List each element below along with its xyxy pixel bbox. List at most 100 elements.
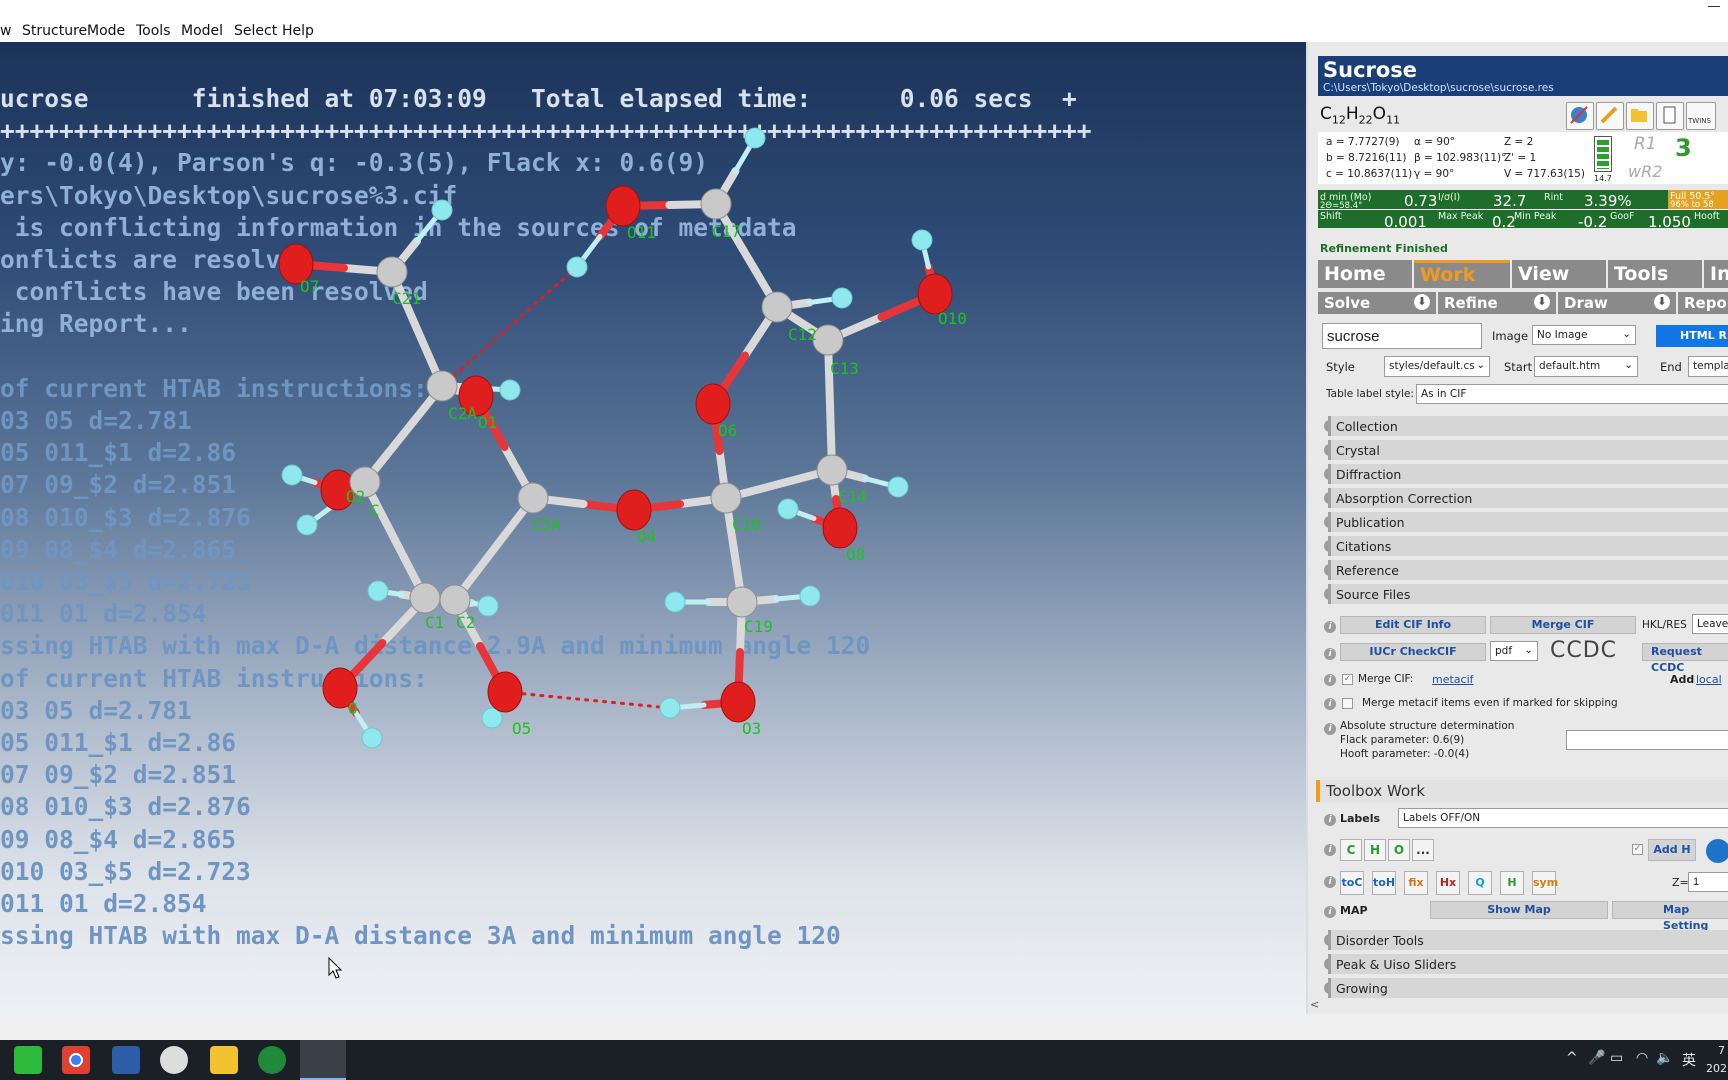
show-map-button[interactable]: Show Map [1430,901,1608,919]
twins-icon[interactable]: TWINS [1686,102,1716,130]
h-green-icon[interactable]: H [1500,871,1524,895]
atom-c17[interactable] [700,188,732,220]
atom-o6[interactable] [695,383,731,425]
menu-mode[interactable]: Mode [87,23,125,39]
menu-structure[interactable]: Structure [22,23,87,39]
wechat-icon[interactable] [14,1046,42,1074]
fix-icon[interactable]: fix [1404,871,1428,895]
atom-o11[interactable] [605,185,641,227]
atom-h10[interactable] [777,498,799,520]
atom-h16[interactable] [659,697,681,719]
folder-icon[interactable] [1626,102,1654,130]
atom-c10[interactable] [710,482,742,514]
info-icon[interactable]: i [1324,723,1336,735]
section-reference[interactable]: iReference [1308,560,1728,581]
pencil-icon[interactable] [1596,102,1624,130]
atom-c14[interactable] [816,454,848,486]
clock-date[interactable]: 202 [1706,1062,1727,1075]
request-ccdc-button[interactable]: Request CCDC [1642,643,1728,674]
menu-view[interactable]: w [0,23,11,39]
volume-icon[interactable]: 🔈 [1656,1050,1673,1066]
info-icon[interactable]: i [1324,844,1336,856]
molecule-model[interactable]: O11 C17 O7 C21 C12 O10 C13 C2A O1 O2 C O6 C5A O4 C10 C1… [0,42,1306,1014]
pdf-select[interactable]: pdf ⌄ [1490,641,1538,661]
info-icon[interactable]: i [1324,648,1336,660]
calculator-icon[interactable] [112,1046,140,1074]
tab-tools[interactable]: Tools [1608,260,1702,288]
globe-icon[interactable] [1706,839,1728,863]
atom-h1[interactable] [744,127,766,149]
abs-structure-input[interactable] [1566,730,1728,750]
z-input[interactable] [1688,872,1728,892]
merge-cif-checkbox[interactable]: ✓ [1342,674,1353,685]
ime-indicator[interactable]: 英 [1682,1050,1696,1070]
labels-select[interactable]: Labels OFF/ON [1398,808,1728,828]
atom-c21[interactable] [376,256,408,288]
section-growing[interactable]: iGrowing [1308,978,1728,999]
olex2-active-icon[interactable] [300,1040,346,1080]
atom-h11[interactable] [367,580,389,602]
wifi-icon[interactable]: ◠ [1636,1050,1648,1066]
section-peak-uiso-sliders[interactable]: iPeak & Uiso Sliders [1308,954,1728,975]
local-link[interactable]: local [1696,673,1722,686]
atom-o4[interactable] [616,489,652,531]
atom-h12[interactable] [477,595,499,617]
refresh-icon[interactable]: Q [1468,871,1492,895]
tab-view[interactable]: View [1512,260,1606,288]
tray-chevron-icon[interactable]: ^ [1566,1050,1578,1066]
start-select[interactable]: default.htm ⌄ [1534,356,1638,377]
toolbox-header[interactable]: Toolbox Work [1316,780,1728,802]
atom-h9[interactable] [887,476,909,498]
atom-c19[interactable] [726,586,758,618]
atom-h3[interactable] [566,256,588,278]
element-more-button[interactable]: ... [1412,839,1434,861]
report-name-input[interactable] [1322,323,1482,349]
atom-c13[interactable] [812,324,844,356]
info-icon[interactable]: i [1324,814,1336,826]
info-icon[interactable]: i [1324,906,1336,918]
style-select[interactable]: styles/default.cs ⌄ [1384,356,1490,377]
toolbar-edit-icon[interactable] [1566,102,1594,130]
atom-h2[interactable] [431,199,453,221]
section-citations[interactable]: iCitations [1308,536,1728,557]
atom-c2a[interactable] [426,370,458,402]
atom-o5[interactable] [487,671,523,713]
subtab-refine[interactable]: Refine ⬇ [1438,292,1556,314]
element-c-button[interactable]: C [1340,839,1362,861]
file-explorer-icon[interactable] [210,1046,238,1074]
subtab-draw[interactable]: Draw ⬇ [1558,292,1676,314]
clock-time[interactable]: 7 [1718,1044,1725,1057]
chemdraw-icon[interactable] [258,1046,286,1074]
menu-tools[interactable]: Tools [136,23,171,39]
section-crystal[interactable]: iCrystal [1308,440,1728,461]
hklres-select[interactable]: Leave [1692,614,1728,634]
tab-work[interactable]: Work [1414,260,1510,288]
microphone-icon[interactable]: 🎤 [1588,1050,1605,1066]
section-publication[interactable]: iPublication [1308,512,1728,533]
atom-o10[interactable] [917,273,953,315]
delete-h-icon[interactable]: Hx [1436,871,1460,895]
menu-select[interactable]: Select [234,23,277,39]
add-h-checkbox[interactable]: ✓ [1632,844,1643,855]
element-h-button[interactable]: H [1364,839,1386,861]
atom-h7[interactable] [281,464,303,486]
table-label-style-select[interactable]: As in CIF [1416,384,1728,404]
html-report-button[interactable]: HTML R [1656,325,1728,347]
atom-c1[interactable] [409,582,441,614]
section-disorder-tools[interactable]: iDisorder Tools [1308,930,1728,951]
olex2-icon[interactable] [160,1046,188,1074]
end-select[interactable]: template [1688,356,1728,377]
atom-c12[interactable] [761,291,793,323]
section-absorption-correction[interactable]: iAbsorption Correction [1308,488,1728,509]
tab-home[interactable]: Home [1318,260,1412,288]
battery-tray-icon[interactable]: ▭ [1610,1050,1623,1066]
minimize-icon[interactable] [1708,6,1720,7]
atom-c5a[interactable] [517,482,549,514]
to-c-icon[interactable]: toC [1340,871,1364,895]
element-o-button[interactable]: O [1388,839,1410,861]
atom-h13[interactable] [664,591,686,613]
tab-info[interactable]: In [1704,260,1728,288]
symmetry-icon[interactable]: sym [1532,871,1558,895]
info-icon[interactable]: i [1324,876,1336,888]
atom-h14[interactable] [799,585,821,607]
